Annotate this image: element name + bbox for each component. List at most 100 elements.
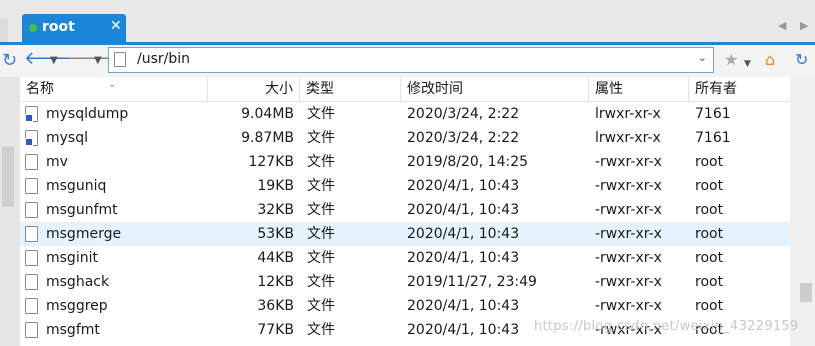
left-panel-scroll[interactable] — [2, 147, 14, 207]
path-bar[interactable]: /usr/bin ⌄ — [108, 47, 714, 73]
file-type: 文件 — [307, 202, 335, 218]
table-row[interactable]: msgunfmt 32KB 文件 2020/4/1, 10:43 -rwxr-xr-x r… — [20, 198, 790, 222]
file-icon — [25, 154, 38, 170]
table-row[interactable]: mv 127KB 文件 2019/8/20, 14:25 -rwxr-xr-x root — [20, 150, 790, 174]
file-modified: 2020/4/1, 10:43 — [407, 202, 520, 218]
file-name: mysql — [46, 130, 88, 146]
back-dropdown-icon[interactable]: ▼ — [50, 51, 58, 71]
path-input[interactable]: /usr/bin — [137, 51, 190, 67]
file-size: 32KB — [257, 202, 294, 218]
file-name: mysqldump — [46, 106, 129, 122]
tab-title: root — [42, 19, 75, 35]
file-modified: 2020/3/24, 2:22 — [407, 106, 520, 122]
file-name: msggrep — [46, 298, 108, 314]
vertical-scrollbar[interactable] — [797, 77, 815, 346]
table-row[interactable]: msgmerge 53KB 文件 2020/4/1, 10:43 -rwxr-xr-x r… — [20, 222, 790, 246]
file-modified: 2019/11/27, 23:49 — [407, 274, 537, 290]
file-perms: -rwxr-xr-x — [595, 154, 662, 170]
table-row[interactable]: msghack 12KB 文件 2019/11/27, 23:49 -rwxr-xr-x… — [20, 270, 790, 294]
file-owner: 7161 — [695, 106, 731, 122]
table-row[interactable]: msginit 44KB 文件 2020/4/1, 10:43 -rwxr-xr-x ro… — [20, 246, 790, 270]
file-size: 19KB — [257, 178, 294, 194]
file-type: 文件 — [307, 106, 335, 122]
file-modified: 2020/4/1, 10:43 — [407, 250, 520, 266]
file-type: 文件 — [307, 322, 335, 338]
file-icon — [25, 250, 38, 266]
table-row[interactable]: msguniq 19KB 文件 2020/4/1, 10:43 -rwxr-xr-x ro… — [20, 174, 790, 198]
file-icon — [25, 178, 38, 194]
refresh-left-icon[interactable]: ↻ — [2, 51, 17, 71]
table-row[interactable]: msggrep 36KB 文件 2020/4/1, 10:43 -rwxr-xr-x ro… — [20, 294, 790, 318]
folder-icon — [114, 52, 126, 67]
col-name[interactable]: 名称 ⌄ — [20, 77, 208, 101]
file-owner: root — [695, 202, 724, 218]
file-size: 12KB — [257, 274, 294, 290]
file-type: 文件 — [307, 250, 335, 266]
file-type: 文件 — [307, 154, 335, 170]
watermark: https://blog.csdn.net/weixin_43229159 — [534, 319, 799, 334]
tab-scroll-left-icon[interactable]: ◀ — [778, 19, 786, 32]
file-perms: -rwxr-xr-x — [595, 202, 662, 218]
file-modified: 2020/3/24, 2:22 — [407, 130, 520, 146]
tab-root[interactable]: root ✕ — [22, 14, 126, 42]
tab-scroll-buttons: ◀ ▶ — [776, 16, 815, 40]
file-name: mv — [46, 154, 68, 170]
file-modified: 2020/4/1, 10:43 — [407, 178, 520, 194]
file-size: 36KB — [257, 298, 294, 314]
file-icon — [25, 202, 38, 218]
file-owner: root — [695, 226, 724, 242]
file-name: msginit — [46, 250, 98, 266]
file-modified: 2020/4/1, 10:43 — [407, 298, 520, 314]
file-perms: lrwxr-xr-x — [595, 130, 661, 146]
bookmark-dropdown-icon[interactable]: ▼ — [744, 55, 751, 73]
file-type: 文件 — [307, 298, 335, 314]
file-name: msgmerge — [46, 226, 122, 242]
tab-close-icon[interactable]: ✕ — [110, 18, 122, 34]
tab-scroll-right-icon[interactable]: ▶ — [800, 19, 808, 32]
col-modified[interactable]: 修改时间 — [401, 77, 589, 101]
file-modified: 2019/8/20, 14:25 — [407, 154, 529, 170]
file-name: msghack — [46, 274, 110, 290]
file-list: 名称 ⌄ 大小 类型 修改时间 属性 所有者 mysqldump 9.04MB 文件… — [20, 77, 790, 346]
col-size[interactable]: 大小 — [208, 77, 300, 101]
connected-status-icon — [29, 24, 37, 32]
symlink-file-icon — [25, 130, 38, 146]
col-owner[interactable]: 所有者 — [689, 77, 790, 101]
file-owner: root — [695, 250, 724, 266]
col-name-label: 名称 — [26, 81, 54, 97]
file-size: 127KB — [248, 154, 294, 170]
file-icon — [25, 274, 38, 290]
col-type[interactable]: 类型 — [300, 77, 401, 101]
file-perms: -rwxr-xr-x — [595, 250, 662, 266]
home-folder-icon[interactable]: ⌂ — [765, 51, 775, 69]
file-type: 文件 — [307, 130, 335, 146]
file-size: 9.04MB — [241, 106, 294, 122]
bookmark-star-icon[interactable]: ★ — [724, 51, 738, 69]
refresh-icon[interactable]: ↻ — [795, 51, 808, 69]
path-dropdown-icon[interactable]: ⌄ — [698, 51, 707, 64]
file-name: msgfmt — [46, 322, 100, 338]
file-name: msguniq — [46, 178, 107, 194]
tab-scroll-left[interactable] — [0, 18, 8, 42]
file-perms: -rwxr-xr-x — [595, 298, 662, 314]
file-owner: 7161 — [695, 130, 731, 146]
file-type: 文件 — [307, 274, 335, 290]
file-perms: -rwxr-xr-x — [595, 226, 662, 242]
file-owner: root — [695, 178, 724, 194]
back-icon[interactable]: 🡐 — [24, 49, 72, 69]
scrollbar-thumb[interactable] — [800, 283, 812, 302]
file-owner: root — [695, 274, 724, 290]
symlink-file-icon — [25, 106, 38, 122]
file-perms: -rwxr-xr-x — [595, 178, 662, 194]
file-type: 文件 — [307, 226, 335, 242]
file-owner: root — [695, 154, 724, 170]
forward-dropdown-icon[interactable]: ▼ — [94, 51, 102, 71]
col-perms[interactable]: 属性 — [589, 77, 689, 101]
table-row[interactable]: mysqldump 9.04MB 文件 2020/3/24, 2:22 lrwxr-xr… — [20, 102, 790, 126]
left-panel-edge — [0, 77, 20, 346]
tab-bar: root ✕ ◀ ▶ — [0, 0, 815, 42]
file-owner: root — [695, 298, 724, 314]
file-size: 53KB — [257, 226, 294, 242]
table-row[interactable]: mysql 9.87MB 文件 2020/3/24, 2:22 lrwxr-xr-x 71… — [20, 126, 790, 150]
sort-arrow-icon: ⌄ — [108, 79, 117, 90]
